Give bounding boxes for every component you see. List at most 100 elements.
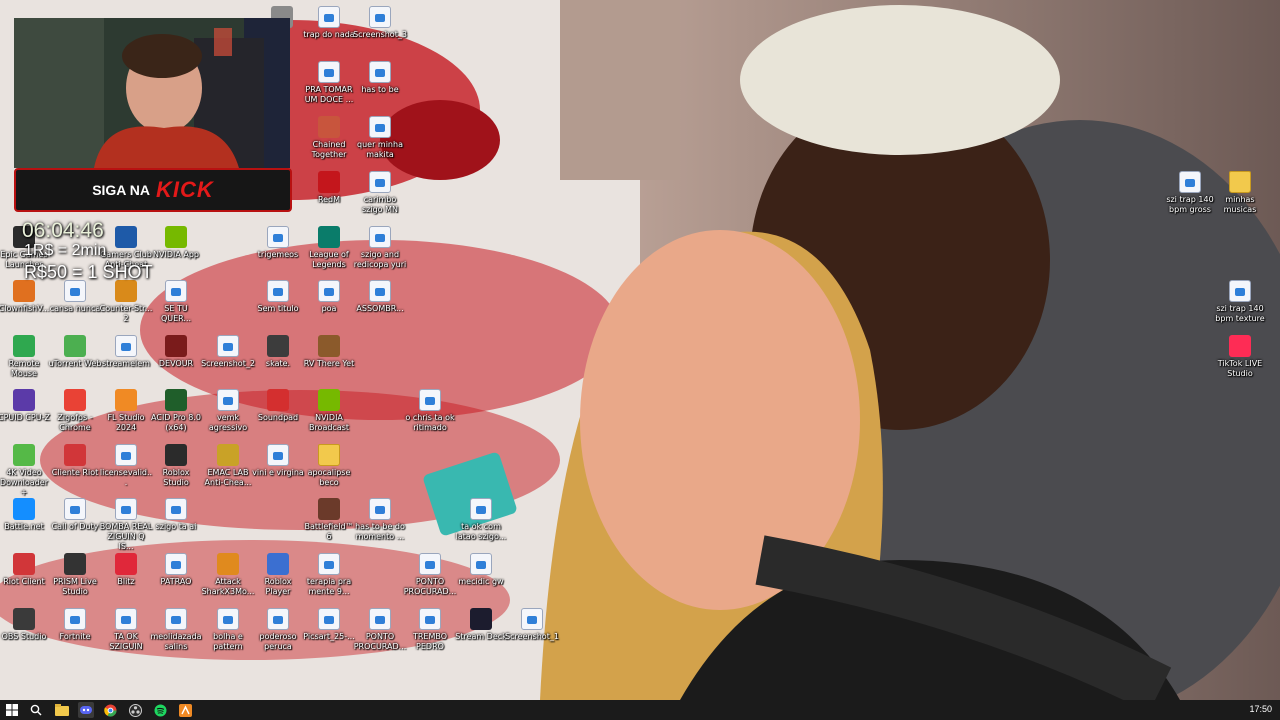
desktop-icon[interactable]: OBS Studio xyxy=(0,608,51,642)
desktop-icon[interactable]: Picsart_25-... xyxy=(302,608,356,642)
taskbar-chrome[interactable] xyxy=(102,702,118,718)
desktop-icon[interactable]: RedM xyxy=(302,171,356,205)
desktop-icon[interactable]: Riot Client xyxy=(0,553,51,587)
desktop-icon[interactable]: streamelem xyxy=(99,335,153,369)
taskbar-spotify[interactable] xyxy=(152,702,168,718)
desktop-icon[interactable]: RV There Yet xyxy=(302,335,356,369)
desktop-icon[interactable]: poa xyxy=(302,280,356,314)
desktop-icon[interactable]: Battlefield™ 6 xyxy=(302,498,356,542)
desktop-icon[interactable]: ASSOMBR... xyxy=(353,280,407,314)
desktop-icon[interactable]: PRISM Live Studio xyxy=(48,553,102,597)
desktop-icon[interactable]: licensevalid... xyxy=(99,444,153,488)
desktop-icon[interactable]: Stream Deck xyxy=(454,608,508,642)
desktop-icon[interactable]: Call of Duty xyxy=(48,498,102,532)
desktop-icon[interactable]: cansa nunca xyxy=(48,280,102,314)
desktop-icon[interactable]: Screenshot_3 xyxy=(353,6,407,40)
desktop-icon-label: Battlefield™ 6 xyxy=(304,522,354,541)
desktop-icon[interactable]: poderoso peruca xyxy=(251,608,305,652)
taskbar-clock[interactable]: 17:50 xyxy=(1249,704,1272,714)
desktop-icon[interactable]: Screenshot_2 xyxy=(201,335,255,369)
desktop-icon[interactable]: Attack SharkX3Mo... xyxy=(201,553,255,597)
desktop-icon-label: Fortnite xyxy=(59,632,91,641)
desktop-icon[interactable]: has to be xyxy=(353,61,407,95)
file-icon xyxy=(115,335,137,357)
desktop-icon[interactable]: NVIDIA App xyxy=(149,226,203,260)
desktop-icon[interactable]: Cliente Riot xyxy=(48,444,102,478)
desktop-icon[interactable]: NVIDIA Broadcast xyxy=(302,389,356,433)
desktop-icon[interactable]: BOMBA REAL ZIGUIN Q IS... xyxy=(99,498,153,552)
desktop-icon[interactable]: Soundpad xyxy=(251,389,305,423)
desktop-icon[interactable]: ta ok com latao szigo... xyxy=(454,498,508,542)
desktop-icon[interactable]: PONTO PROCURAD... xyxy=(353,608,407,652)
app-icon xyxy=(115,389,137,411)
file-icon xyxy=(165,498,187,520)
desktop-icon[interactable]: o chris ta ok ritimado xyxy=(403,389,457,433)
desktop-icon[interactable]: szi trap 140 bpm gross xyxy=(1163,171,1217,215)
desktop-icon[interactable]: Blitz xyxy=(99,553,153,587)
desktop-icon[interactable]: szigo ta ai xyxy=(149,498,203,532)
app-icon xyxy=(115,553,137,575)
desktop-icon[interactable]: PONTO PROCURAD... xyxy=(403,553,457,597)
desktop-icon[interactable]: has to be do momento ... xyxy=(353,498,407,542)
desktop-icon[interactable]: trap do nada xyxy=(302,6,356,40)
taskbar-obs[interactable] xyxy=(127,702,143,718)
desktop-icon[interactable]: Battle.net xyxy=(0,498,51,532)
file-icon xyxy=(419,608,441,630)
app-icon xyxy=(267,389,289,411)
app-icon xyxy=(13,335,35,357)
desktop-icon[interactable]: FL Studio 2024 xyxy=(99,389,153,433)
desktop-icon[interactable]: szigo and redicopa yuri xyxy=(353,226,407,270)
desktop-icon[interactable]: EMAC LAB Anti-Chea... xyxy=(201,444,255,488)
desktop-icon[interactable]: uTorrent Web xyxy=(48,335,102,369)
desktop-icon[interactable]: szi trap 140 bpm texture xyxy=(1213,280,1267,324)
desktop-icon[interactable]: carimbo szigo MN xyxy=(353,171,407,215)
desktop-icon[interactable]: Remote Mouse xyxy=(0,335,51,379)
desktop-icon[interactable]: vemk agressivo xyxy=(201,389,255,433)
desktop-icon[interactable]: quer minha makita xyxy=(353,116,407,160)
desktop-icon[interactable]: ClownfishV... xyxy=(0,280,51,314)
app-icon xyxy=(217,553,239,575)
desktop-icon[interactable]: Counter-Str... 2 xyxy=(99,280,153,324)
desktop-icon[interactable]: PRA TOMAR UM DOCE ... xyxy=(302,61,356,105)
desktop-icon[interactable]: mecidic gw xyxy=(454,553,508,587)
taskbar: 17:50 xyxy=(0,700,1280,720)
desktop-icon[interactable]: Sem titulo xyxy=(251,280,305,314)
desktop-icon[interactable]: apocalipse beco xyxy=(302,444,356,488)
start-button[interactable] xyxy=(4,702,20,718)
desktop-icon[interactable]: TA OK SZIGUIN xyxy=(99,608,153,652)
search-button[interactable] xyxy=(28,702,44,718)
desktop-icon[interactable]: Screenshot_1 xyxy=(505,608,559,642)
desktop-icon[interactable]: Roblox Studio xyxy=(149,444,203,488)
app-icon xyxy=(13,389,35,411)
desktop-icon[interactable]: League of Legends xyxy=(302,226,356,270)
desktop-icon[interactable]: skate. xyxy=(251,335,305,369)
desktop-icon[interactable]: DEVOUR xyxy=(149,335,203,369)
desktop-icon[interactable]: 4K Video Downloader+ xyxy=(0,444,51,498)
desktop-icon[interactable]: Chained Together xyxy=(302,116,356,160)
desktop-icon[interactable]: meolidazada salins xyxy=(149,608,203,652)
app-icon xyxy=(318,335,340,357)
file-icon xyxy=(165,553,187,575)
desktop-icon[interactable]: TikTok LIVE Studio xyxy=(1213,335,1267,379)
desktop-icon-label: ClownfishV... xyxy=(0,304,50,313)
desktop-icon[interactable]: ACID Pro 8.0 (x64) xyxy=(149,389,203,433)
desktop-icon[interactable]: minhas musicas xyxy=(1213,171,1267,215)
file-icon xyxy=(165,608,187,630)
desktop-icon[interactable]: Zigofps - Chrome xyxy=(48,389,102,433)
desktop-icon[interactable]: trigemeos xyxy=(251,226,305,260)
desktop-icon[interactable]: TREMBO PEDRO xyxy=(403,608,457,652)
desktop-icon-label: PRA TOMAR UM DOCE ... xyxy=(304,85,354,104)
desktop-icon[interactable]: vini e virgina xyxy=(251,444,305,478)
file-icon xyxy=(521,608,543,630)
desktop-icon-label: skate. xyxy=(265,359,291,368)
desktop-icon[interactable]: CPUID CPU-Z xyxy=(0,389,51,423)
desktop-icon[interactable]: bolha e pattern xyxy=(201,608,255,652)
taskbar-ableton[interactable] xyxy=(177,702,193,718)
taskbar-discord[interactable] xyxy=(78,702,94,718)
taskbar-file-explorer[interactable] xyxy=(54,702,70,718)
desktop-icon[interactable]: SE TU QUER... xyxy=(149,280,203,324)
desktop-icon[interactable]: terapia pra mente 9... xyxy=(302,553,356,597)
desktop-icon[interactable]: Fortnite xyxy=(48,608,102,642)
desktop-icon[interactable]: PATRAO xyxy=(149,553,203,587)
desktop-icon[interactable]: Roblox Player xyxy=(251,553,305,597)
